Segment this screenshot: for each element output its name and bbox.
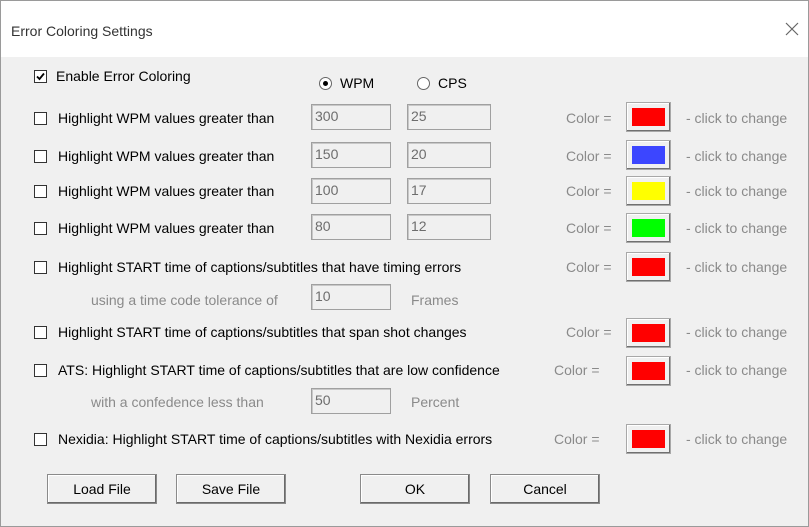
- row2-color-swatch: [632, 146, 665, 164]
- row1-label: Highlight WPM values greater than: [58, 110, 275, 126]
- nexidia-color-button[interactable]: [626, 424, 671, 454]
- row4-change-label: - click to change: [686, 220, 788, 236]
- row2-wpm-input[interactable]: 150: [311, 142, 391, 168]
- shot-color-button[interactable]: [626, 318, 671, 348]
- row3-color-label: Color =: [566, 183, 612, 199]
- row3-label: Highlight WPM values greater than: [58, 183, 275, 199]
- row2-change-label: - click to change: [686, 148, 788, 164]
- wpm-radio[interactable]: [319, 77, 332, 90]
- row3-wpm-input[interactable]: 100: [311, 178, 391, 204]
- ats-color-label: Color =: [554, 362, 600, 378]
- row2-checkbox[interactable]: [34, 150, 47, 163]
- row4-color-label: Color =: [566, 220, 612, 236]
- nexidia-label: Nexidia: Highlight START time of caption…: [58, 431, 493, 447]
- error-coloring-dialog: Error Coloring Settings Enable Error Col…: [0, 0, 809, 527]
- enable-error-coloring-checkbox[interactable]: [34, 70, 47, 83]
- window-title: Error Coloring Settings: [11, 23, 153, 39]
- ats-checkbox[interactable]: [34, 364, 47, 377]
- wpm-radio-label: WPM: [340, 75, 375, 91]
- tolerance-unit: Frames: [411, 292, 459, 308]
- shot-changes-label: Highlight START time of captions/subtitl…: [58, 324, 467, 340]
- load-file-button[interactable]: Load File: [47, 474, 157, 504]
- shot-change-label: - click to change: [686, 324, 788, 340]
- row3-change-label: - click to change: [686, 183, 788, 199]
- cancel-button[interactable]: Cancel: [490, 474, 600, 504]
- enable-error-coloring-label: Enable Error Coloring: [56, 68, 191, 84]
- timing-color-button[interactable]: [626, 252, 671, 282]
- row1-wpm-input[interactable]: 300: [311, 104, 391, 130]
- row1-color-button[interactable]: [626, 102, 671, 132]
- nexidia-change-label: - click to change: [686, 431, 788, 447]
- nexidia-checkbox[interactable]: [34, 433, 47, 446]
- row4-cps-input[interactable]: 12: [407, 214, 491, 240]
- timing-change-label: - click to change: [686, 259, 788, 275]
- row2-cps-input[interactable]: 20: [407, 142, 491, 168]
- nexidia-color-swatch: [632, 430, 665, 448]
- ats-color-swatch: [632, 362, 665, 380]
- tolerance-input[interactable]: 10: [311, 284, 391, 310]
- save-file-button[interactable]: Save File: [176, 474, 286, 504]
- row4-color-button[interactable]: [626, 213, 671, 243]
- confidence-label: with a confedence less than: [91, 394, 264, 410]
- title-bar: Error Coloring Settings: [1, 1, 808, 57]
- check-icon: [36, 72, 45, 81]
- tolerance-label: using a time code tolerance of: [91, 292, 278, 308]
- row3-cps-input[interactable]: 17: [407, 178, 491, 204]
- row1-checkbox[interactable]: [34, 112, 47, 125]
- confidence-input[interactable]: 50: [311, 388, 391, 414]
- cps-radio[interactable]: [417, 77, 430, 90]
- close-icon[interactable]: [780, 17, 804, 41]
- shot-changes-checkbox[interactable]: [34, 326, 47, 339]
- row2-label: Highlight WPM values greater than: [58, 148, 275, 164]
- confidence-unit: Percent: [411, 394, 460, 410]
- row1-color-swatch: [632, 108, 665, 126]
- ats-label: ATS: Highlight START time of captions/su…: [58, 362, 500, 378]
- row3-color-button[interactable]: [626, 176, 671, 206]
- row2-color-button[interactable]: [626, 140, 671, 170]
- row3-color-swatch: [632, 182, 665, 200]
- timing-color-label: Color =: [566, 259, 612, 275]
- timing-color-swatch: [632, 258, 665, 276]
- timing-errors-checkbox[interactable]: [34, 261, 47, 274]
- row1-change-label: - click to change: [686, 110, 788, 126]
- row4-label: Highlight WPM values greater than: [58, 220, 275, 236]
- shot-color-swatch: [632, 324, 665, 342]
- ok-button[interactable]: OK: [360, 474, 470, 504]
- row1-cps-input[interactable]: 25: [407, 104, 491, 130]
- row1-color-label: Color =: [566, 110, 612, 126]
- row4-wpm-input[interactable]: 80: [311, 214, 391, 240]
- ats-change-label: - click to change: [686, 362, 788, 378]
- ats-color-button[interactable]: [626, 356, 671, 386]
- row3-checkbox[interactable]: [34, 185, 47, 198]
- timing-errors-label: Highlight START time of captions/subtitl…: [58, 259, 462, 275]
- row2-color-label: Color =: [566, 148, 612, 164]
- row4-color-swatch: [632, 219, 665, 237]
- cps-radio-label: CPS: [438, 75, 467, 91]
- nexidia-color-label: Color =: [554, 431, 600, 447]
- radio-selected-dot: [323, 81, 328, 86]
- row4-checkbox[interactable]: [34, 222, 47, 235]
- shot-color-label: Color =: [566, 324, 612, 340]
